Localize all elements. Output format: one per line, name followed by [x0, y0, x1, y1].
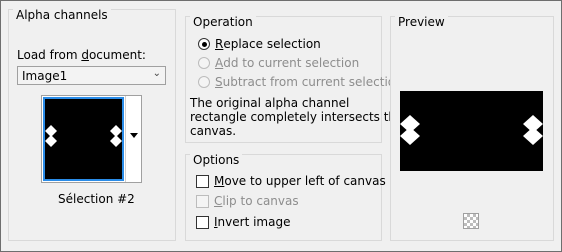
document-select-value: Image1 — [22, 68, 68, 83]
invert-image-checkbox[interactable]: Invert image — [196, 214, 290, 230]
preview-canvas — [400, 91, 543, 171]
selection-shapes — [45, 125, 122, 147]
caret-down-icon — [130, 133, 138, 138]
add-to-selection-radio[interactable]: Add to current selection — [198, 55, 359, 71]
operation-note: The original alpha channel rectangle com… — [190, 96, 404, 138]
picker-dropdown-button[interactable] — [125, 96, 141, 182]
checkbox[interactable] — [196, 194, 209, 208]
clip-to-canvas-checkbox[interactable]: Clip to canvas — [196, 193, 299, 209]
radio-button[interactable] — [198, 57, 210, 69]
alpha-channels-title: Alpha channels — [13, 9, 111, 22]
options-group: Options Move to upper left of canvas Cli… — [185, 154, 386, 241]
checkbox[interactable] — [196, 174, 209, 188]
operation-group: Operation Replace selection Add to curre… — [185, 16, 403, 143]
radio-button[interactable] — [198, 38, 210, 50]
transparency-toggle-icon[interactable] — [463, 213, 479, 229]
load-from-document-label: Load from document: — [17, 48, 146, 62]
operation-title: Operation — [190, 16, 256, 29]
alpha-channel-picker[interactable] — [41, 95, 142, 183]
alpha-channel-thumbnail[interactable] — [43, 97, 124, 181]
radio-button[interactable] — [198, 76, 210, 88]
document-select[interactable]: Image1 ⌄ — [17, 66, 166, 85]
preview-title: Preview — [395, 16, 448, 29]
preview-shapes — [400, 115, 543, 145]
subtract-from-selection-radio[interactable]: Subtract from current selection — [198, 74, 403, 90]
options-title: Options — [190, 154, 243, 167]
replace-selection-radio[interactable]: Replace selection — [198, 36, 321, 52]
chevron-down-icon: ⌄ — [152, 68, 161, 79]
selection-name-label: Sélection #2 — [58, 192, 135, 206]
move-to-upper-left-checkbox[interactable]: Move to upper left of canvas — [196, 173, 386, 189]
checkbox[interactable] — [196, 215, 209, 229]
